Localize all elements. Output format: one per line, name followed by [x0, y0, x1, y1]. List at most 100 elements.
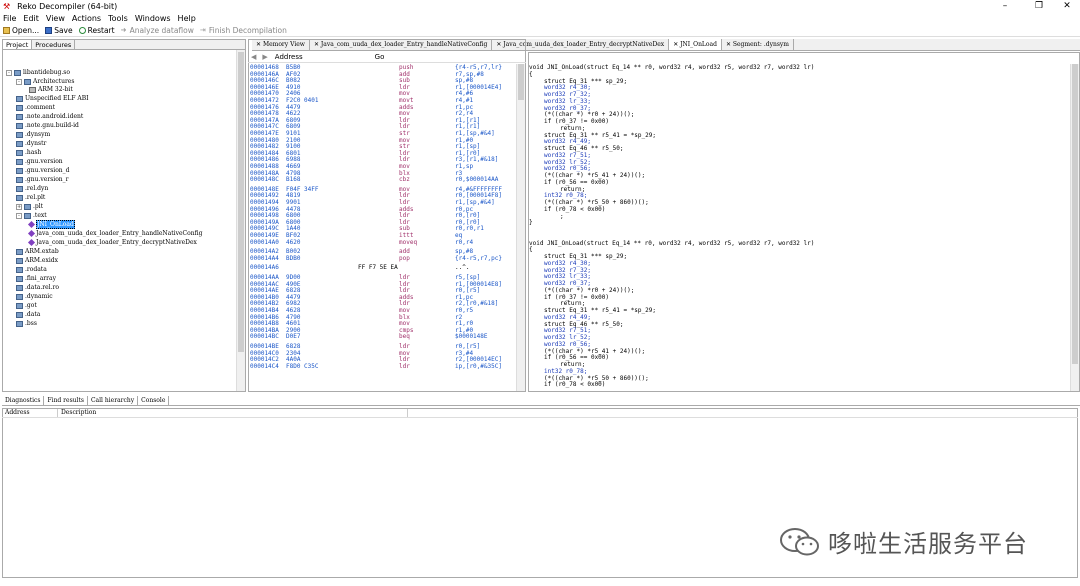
- tab-call-hierarchy[interactable]: Call hierarchy: [88, 396, 139, 405]
- disasm-line[interactable]: 000014A0 4620 moveq r0,r4: [250, 239, 512, 246]
- tree-node[interactable]: Unspecified ELF ABI: [16, 94, 89, 103]
- code-line[interactable]: {: [529, 71, 533, 78]
- tree-node[interactable]: ARM.extab: [16, 247, 59, 256]
- code-scrollbar[interactable]: [1070, 64, 1079, 391]
- menu-item-file[interactable]: File: [3, 14, 16, 23]
- expand-icon[interactable]: +: [16, 203, 22, 210]
- tree-node[interactable]: Java_com_uuda_dex_loader_Entry_handleNat…: [27, 229, 203, 238]
- tree-node[interactable]: .fini_array: [16, 274, 56, 283]
- tree-node[interactable]: .note.android.ident: [16, 112, 83, 121]
- tree-node[interactable]: .rodata: [16, 265, 47, 274]
- collapse-icon[interactable]: -: [16, 212, 22, 219]
- tree-node-label: .data: [25, 311, 41, 318]
- section-icon: [16, 149, 23, 156]
- tree-node[interactable]: .bss: [16, 319, 37, 328]
- tab-console[interactable]: Console: [138, 396, 170, 405]
- tree-node-label: ARM.extab: [25, 248, 59, 255]
- minimize-button[interactable]: –: [990, 0, 1020, 12]
- disasm-line[interactable]: 000014A4 BDB0 pop {r4-r5,r7,pc}: [250, 255, 512, 262]
- column-address[interactable]: Address: [2, 409, 58, 417]
- tree-node-label: Java_com_uuda_dex_loader_Entry_handleNat…: [36, 230, 203, 237]
- analyze-dataflow-button[interactable]: ➜ Analyze dataflow: [121, 26, 194, 35]
- column-description[interactable]: Description: [58, 409, 408, 417]
- disasm-line[interactable]: 000014BC D0E7 beq $0000148E: [250, 333, 512, 340]
- doc-tab[interactable]: ✕ Segment: .dynsym: [722, 39, 794, 50]
- doc-tab[interactable]: ✕ JNI_OnLoad: [669, 39, 722, 50]
- section-icon: [16, 140, 23, 147]
- restart-button[interactable]: Restart: [78, 26, 115, 35]
- tree-node[interactable]: .dynsym: [16, 130, 50, 139]
- tree-node-label: .gnu.version: [25, 158, 63, 165]
- tree-node-label: .gnu.version_d: [25, 167, 70, 174]
- procedure-icon: [27, 229, 36, 238]
- forward-arrow-icon[interactable]: ▶: [262, 53, 267, 61]
- restart-icon: [78, 26, 86, 34]
- disasm-line[interactable]: 000014A6 FF F7 5E EA ..^.: [250, 264, 512, 271]
- tree-node[interactable]: .hash: [16, 148, 41, 157]
- tree-node-label: .plt: [33, 203, 44, 210]
- disasm-address: 000014BC: [250, 333, 279, 341]
- disasm-line[interactable]: 000014C4 F8D0 C35C ldr ip,[r0,#&35C]: [250, 363, 512, 370]
- tab-procedures[interactable]: Procedures: [32, 40, 76, 49]
- tree-node[interactable]: - .text: [16, 211, 47, 220]
- menu-item-edit[interactable]: Edit: [23, 14, 39, 23]
- tree-node[interactable]: .data.rel.ro: [16, 283, 59, 292]
- disasm-line[interactable]: 0000148C B168 cbz r0,$000014AA: [250, 176, 512, 183]
- tab-diagnostics[interactable]: Diagnostics: [2, 396, 45, 405]
- menu-item-tools[interactable]: Tools: [108, 14, 128, 23]
- tree-node[interactable]: + .plt: [16, 202, 43, 211]
- tree-node[interactable]: .dynstr: [16, 139, 46, 148]
- tab-find-results[interactable]: Find results: [44, 396, 88, 405]
- tree-node[interactable]: ARM 32-bit: [29, 85, 73, 94]
- tree-node[interactable]: ARM.exidx: [16, 256, 58, 265]
- tab-project[interactable]: Project: [3, 40, 33, 49]
- go-button[interactable]: Go: [375, 53, 385, 61]
- menu-item-windows[interactable]: Windows: [135, 14, 171, 23]
- tree-node-label: Unspecified ELF ABI: [25, 95, 89, 102]
- tree-node[interactable]: .note.gnu.build-id: [16, 121, 79, 130]
- close-tab-icon[interactable]: ✕: [726, 41, 733, 48]
- menu-item-actions[interactable]: Actions: [72, 14, 101, 23]
- tree-node[interactable]: .gnu.version: [16, 157, 63, 166]
- code-line[interactable]: void JNI_OnLoad(struct Eq_14 ** r0, word…: [529, 64, 814, 71]
- code-line[interactable]: }: [529, 219, 533, 226]
- project-scrollbar[interactable]: [236, 50, 245, 391]
- disasm-mnemonic: pop: [399, 254, 410, 262]
- tree-node[interactable]: .got: [16, 301, 37, 310]
- code-line[interactable]: if (r0_78 < 0x00): [544, 381, 605, 388]
- section-icon: [16, 266, 23, 273]
- tree-node[interactable]: .gnu.version_d: [16, 166, 70, 175]
- maximize-button[interactable]: ❐: [1024, 0, 1054, 12]
- tree-node-label: JNI_OnLoad: [36, 220, 75, 229]
- tree-node-label: .note.gnu.build-id: [25, 122, 79, 129]
- tree-node[interactable]: JNI_OnLoad: [27, 220, 75, 229]
- tree-node[interactable]: - libantidebug.so: [6, 68, 70, 77]
- section-icon: [16, 194, 23, 201]
- tree-node[interactable]: .rel.dyn: [16, 184, 48, 193]
- back-arrow-icon[interactable]: ◀: [251, 53, 256, 61]
- tree-node[interactable]: Java_com_uuda_dex_loader_Entry_decryptNa…: [27, 238, 197, 247]
- tree-node[interactable]: .dynamic: [16, 292, 53, 301]
- menu-item-view[interactable]: View: [46, 14, 65, 23]
- close-button[interactable]: ✕: [1052, 0, 1080, 12]
- tree-node[interactable]: .rel.plt: [16, 193, 45, 202]
- disassembly-scrollbar[interactable]: [516, 64, 525, 391]
- menu-item-help[interactable]: Help: [178, 14, 196, 23]
- section-icon: [16, 257, 23, 264]
- section-icon: [16, 185, 23, 192]
- disasm-operands: r0,r4: [455, 238, 474, 246]
- collapse-icon[interactable]: -: [6, 69, 12, 76]
- code-line[interactable]: if (r0_78 < 0x00): [544, 206, 605, 213]
- code-line[interactable]: ;: [560, 213, 564, 220]
- open-button[interactable]: Open...: [3, 26, 39, 35]
- save-button[interactable]: Save: [45, 26, 73, 35]
- finish-decompilation-button[interactable]: ⇥ Finish Decompilation: [200, 26, 287, 35]
- code-line[interactable]: {: [529, 246, 533, 253]
- code-line[interactable]: void JNI_OnLoad(struct Eq_14 ** r0, word…: [529, 240, 814, 247]
- tree-node[interactable]: .gnu.version_r: [16, 175, 69, 184]
- tree-node[interactable]: .data: [16, 310, 40, 319]
- tree-node-label: .dynamic: [25, 293, 53, 300]
- disasm-bytes: 4620: [286, 238, 301, 246]
- tree-node[interactable]: .comment: [16, 103, 55, 112]
- collapse-icon[interactable]: -: [16, 78, 22, 85]
